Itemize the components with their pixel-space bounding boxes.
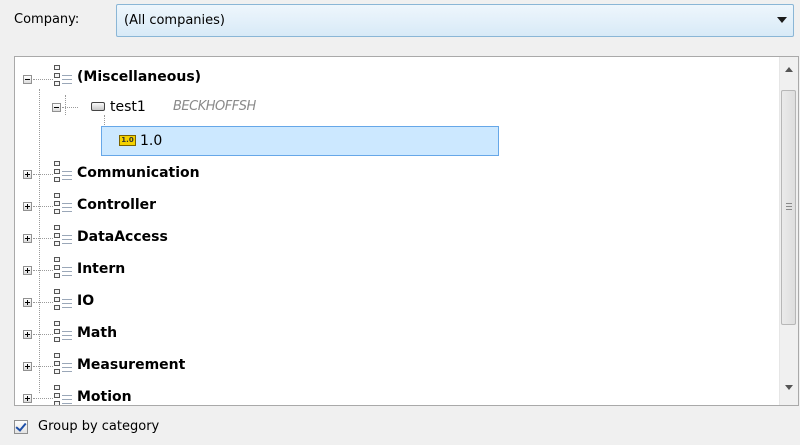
scroll-down-button[interactable] [780,379,798,396]
version-label: 1.0 [140,133,163,149]
category-icon [54,385,72,405]
arrow-up-icon [785,67,793,72]
category-icon [54,289,72,311]
device-name: test1 [110,99,146,115]
expand-icon[interactable] [23,266,32,275]
category-icon [54,161,72,183]
company-label: Company: [14,12,80,27]
version-icon: 1.0 [119,135,136,146]
tree-item-motion[interactable]: Motion [15,383,778,405]
company-dropdown-value: (All companies) [124,13,225,28]
expand-icon[interactable] [23,394,32,403]
tree-item-miscellaneous[interactable]: (Miscellaneous) [15,63,778,89]
category-label: (Miscellaneous) [77,69,202,85]
category-icon [54,225,72,247]
scroll-up-button[interactable] [780,61,798,78]
category-icon [54,65,72,87]
scrollbar-thumb[interactable] [781,90,796,325]
device-tree[interactable]: (Miscellaneous) test1 BECKHOFFSH 1.0 1.0… [14,56,799,406]
category-icon [54,353,72,375]
tree-line [33,334,53,335]
expand-icon[interactable] [23,202,32,211]
expand-icon[interactable] [23,234,32,243]
expand-icon[interactable] [23,170,32,179]
category-label: Math [77,325,118,341]
category-label: IO [77,293,95,309]
category-icon [54,257,72,279]
group-by-category-label[interactable]: Group by category [38,419,159,435]
chevron-down-icon[interactable] [777,17,787,23]
tree-item-io[interactable]: IO [15,287,778,313]
group-by-category-checkbox[interactable] [14,420,28,434]
tree-item-device[interactable]: test1 BECKHOFFSH [15,95,778,121]
tree-item-communication[interactable]: Communication [15,159,778,185]
arrow-down-icon [785,385,793,390]
tree-line [33,174,53,175]
device-icon [91,102,105,111]
tree-item-intern[interactable]: Intern [15,255,778,281]
category-icon [54,321,72,343]
category-label: Motion [77,389,132,405]
category-label: Communication [77,165,200,181]
category-label: DataAccess [77,229,168,245]
tree-line [33,366,53,367]
tree-line [33,79,53,80]
category-label: Controller [77,197,157,213]
tree-item-dataaccess[interactable]: DataAccess [15,223,778,249]
checkmark-icon [15,420,27,432]
tree-line [62,107,78,108]
tree-line [33,206,53,207]
category-label: Measurement [77,357,186,373]
device-vendor: BECKHOFFSH [173,99,256,114]
expand-icon[interactable] [23,362,32,371]
tree-item-math[interactable]: Math [15,319,778,345]
tree-line [33,238,53,239]
tree-line [33,302,53,303]
expand-icon[interactable] [23,298,32,307]
tree-item-controller[interactable]: Controller [15,191,778,217]
tree-item-measurement[interactable]: Measurement [15,351,778,377]
category-icon [54,193,72,215]
expand-icon[interactable] [23,330,32,339]
tree-line [33,398,53,399]
category-label: Intern [77,261,126,277]
tree-scrollbar[interactable] [779,57,798,405]
collapse-icon[interactable] [52,103,61,112]
tree-line [33,270,53,271]
collapse-icon[interactable] [23,75,32,84]
company-dropdown[interactable]: (All companies) [116,4,794,37]
